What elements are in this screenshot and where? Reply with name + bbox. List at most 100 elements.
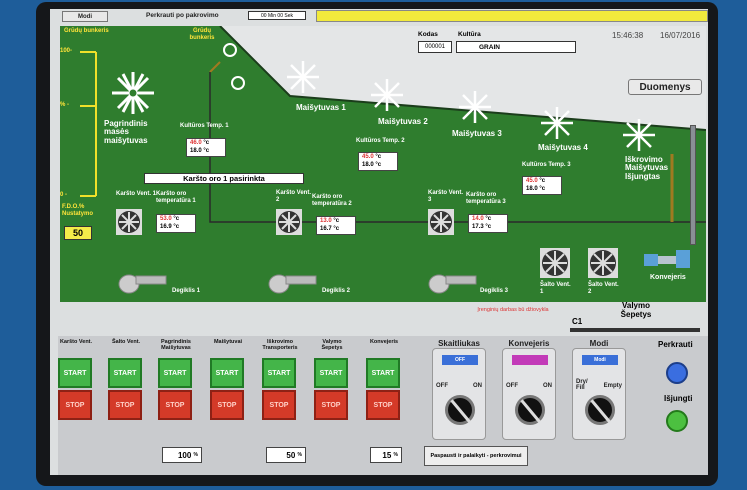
fdo-value[interactable]: 50: [64, 226, 92, 240]
mixer-4-label: Maišytuvas 4: [538, 143, 588, 152]
kultura-value[interactable]: GRAIN: [456, 41, 576, 53]
mixer-3-fan-icon: [459, 91, 491, 123]
unloading-mixer-fan-icon: [623, 119, 655, 151]
kodas-label: Kodas: [418, 31, 438, 38]
culture-temp-2-box: 45.0 °c 18.0 °c: [358, 152, 398, 171]
conveyor-label: Konvejeris: [650, 274, 686, 281]
conveyor-percent[interactable]: 15 %: [370, 447, 402, 463]
scrollbar[interactable]: [690, 125, 696, 245]
hot-air-temp-3-label: Karšto oro temperatūra 3: [466, 192, 506, 205]
level-bot: 0 -: [60, 192, 68, 198]
culture-temp-2-label: Kultūros Temp. 2: [356, 138, 405, 144]
ctrl-mixers: Maišytuvai START STOP: [210, 339, 246, 420]
conveyor-selector[interactable]: Konvejeris OFF ON: [502, 339, 556, 440]
mixer-2-label: Maišytuvas 2: [378, 117, 428, 126]
conveyor-stop-button[interactable]: STOP: [366, 390, 400, 420]
burner-2-label: Degiklis 2: [322, 288, 351, 294]
kodas-value[interactable]: 000001: [418, 41, 452, 53]
level-mid: % -: [60, 102, 69, 108]
brush-bar: [570, 328, 700, 332]
bunker-center-label: Grūdų bunkeris: [189, 28, 215, 41]
hot-air-temp-3-box: 14.0 °c 17.3 °c: [468, 214, 508, 233]
hot-fans-start-button[interactable]: START: [58, 358, 92, 388]
burner-3-label: Degiklis 3: [480, 288, 509, 294]
hot-fan-2-label: Karšto Vent. 2: [276, 190, 312, 203]
bunker-label: Grūdų bunkeris: [64, 28, 109, 34]
control-panel: Karšto Vent. START STOP Šalto Vent. START ST…: [58, 336, 708, 475]
duomenys-button[interactable]: Duomenys: [628, 79, 702, 95]
hot-fan-3-label: Karšto Vent. 3: [428, 190, 464, 203]
counter-selector[interactable]: Skaitliukas OFF OFF ON: [432, 339, 486, 440]
ctrl-unload-transporter: Iškrovimo Transporteris START STOP: [262, 339, 298, 420]
hot-fans-stop-button[interactable]: STOP: [58, 390, 92, 420]
reload-prompt: Perkrauti po pakrovimo: [146, 12, 219, 19]
reload-timer: 00 Min 00 Sek: [248, 11, 306, 20]
mixers-start-button[interactable]: START: [210, 358, 244, 388]
brushes-label: Valymo Šepetys: [620, 301, 652, 319]
ctrl-conveyor: Konvejeris START STOP: [366, 339, 402, 420]
hot-air-temp-1-label: Karšto oro temperatūra 1: [156, 191, 196, 204]
perkrauti-label: Perkrauti: [658, 340, 693, 349]
mode-button[interactable]: Modi: [62, 11, 108, 22]
mixers-stop-button[interactable]: STOP: [210, 390, 244, 420]
hot-fan-3-icon[interactable]: [428, 209, 454, 235]
mode-selector[interactable]: Modi Modi Dry/ Fill Empty: [572, 339, 626, 440]
cold-fan-2-label: Šalto Vent. 2: [588, 282, 619, 295]
mixer-1-label: Maišytuvas 1: [296, 103, 346, 112]
ctrl-hot-fans: Karšto Vent. START STOP: [58, 339, 94, 420]
culture-temp-1-box: 46.0 °c 18.0 °c: [186, 138, 226, 157]
unload-start-button[interactable]: START: [262, 358, 296, 388]
mixer-1-fan-icon: [287, 61, 319, 93]
isjungti-button[interactable]: [666, 410, 688, 432]
process-area: Grūdų bunkeris Grūdų bunkeris 100- % - 0…: [60, 26, 706, 302]
unload-percent[interactable]: 50 %: [266, 447, 306, 463]
cold-fan-2-icon[interactable]: [588, 248, 618, 278]
culture-temp-3-box: 45.0 °c 18.0 °c: [522, 176, 562, 195]
hot-air-temp-1-box: 53.0 °c 16.9 °c: [156, 214, 196, 233]
culture-temp-1-label: Kultūros Temp. 1: [180, 123, 229, 129]
unloading-mixer-label: Iškrovimo Maišytuvas Išjungtas: [625, 155, 669, 181]
burner-2-icon: [268, 274, 317, 294]
hot-air-selected: Karšto oro 1 pasirinkta: [144, 173, 304, 184]
mixer-2-fan-icon: [371, 79, 403, 111]
isjungti-label: Išjungti: [664, 394, 693, 403]
culture-temp-3-label: Kultūros Temp. 3: [522, 162, 571, 168]
hot-air-temp-2-label: Karšto oro temperatūra 2: [312, 194, 352, 207]
main-mixer-fan-icon: [112, 72, 154, 114]
cold-fan-1-icon[interactable]: [540, 248, 570, 278]
clock-time: 15:46:38: [612, 31, 644, 40]
clock-date: 16/07/2016: [660, 31, 701, 40]
ctrl-main-mixer: Pagrindinis Maišytuvas START STOP: [158, 339, 194, 420]
main-mixer-percent[interactable]: 100 %: [162, 447, 202, 463]
c1-label: C1: [572, 317, 583, 326]
burner-3-icon: [428, 274, 477, 294]
ctrl-cold-fans: Šalto Vent. START STOP: [108, 339, 144, 420]
burner-1-icon: [118, 274, 167, 294]
mixer-3-label: Maišytuvas 3: [452, 129, 502, 138]
hold-reload-button[interactable]: Paspausti ir palaikyti - perkrovimui: [424, 446, 528, 466]
hmi-screen: Modi Perkrauti po pakrovimo 00 Min 00 Se…: [50, 9, 708, 475]
cold-fans-stop-button[interactable]: STOP: [108, 390, 142, 420]
mixer-4-fan-icon: [541, 107, 573, 139]
conveyor-icon: [644, 250, 690, 268]
brushes-stop-button[interactable]: STOP: [314, 390, 348, 420]
warning-text: Įrenginių darbas bū džiovykla: [477, 307, 549, 313]
cold-fan-1-label: Šalto Vent. 1: [540, 282, 571, 295]
unload-stop-button[interactable]: STOP: [262, 390, 296, 420]
status-bar: [316, 10, 708, 22]
hot-fan-2-icon[interactable]: [276, 209, 302, 235]
main-mixer-start-button[interactable]: START: [158, 358, 192, 388]
level-top: 100-: [60, 48, 73, 54]
hot-fan-1-icon[interactable]: [116, 209, 142, 235]
burner-1-label: Degiklis 1: [172, 288, 201, 294]
cold-fans-start-button[interactable]: START: [108, 358, 142, 388]
main-mixer-label: Pagrindinis masės maišytuvas: [104, 119, 148, 145]
conveyor-start-button[interactable]: START: [366, 358, 400, 388]
kultura-label: Kultūra: [458, 31, 481, 38]
hot-air-temp-2-box: 13.0 °c 16.7 °c: [316, 216, 356, 235]
brushes-start-button[interactable]: START: [314, 358, 348, 388]
main-mixer-stop-button[interactable]: STOP: [158, 390, 192, 420]
hot-fan-1-label: Karšto Vent. 1: [116, 191, 157, 197]
perkrauti-button[interactable]: [666, 362, 688, 384]
fdo-label: F.D.O.% Nustatymo: [62, 204, 94, 217]
